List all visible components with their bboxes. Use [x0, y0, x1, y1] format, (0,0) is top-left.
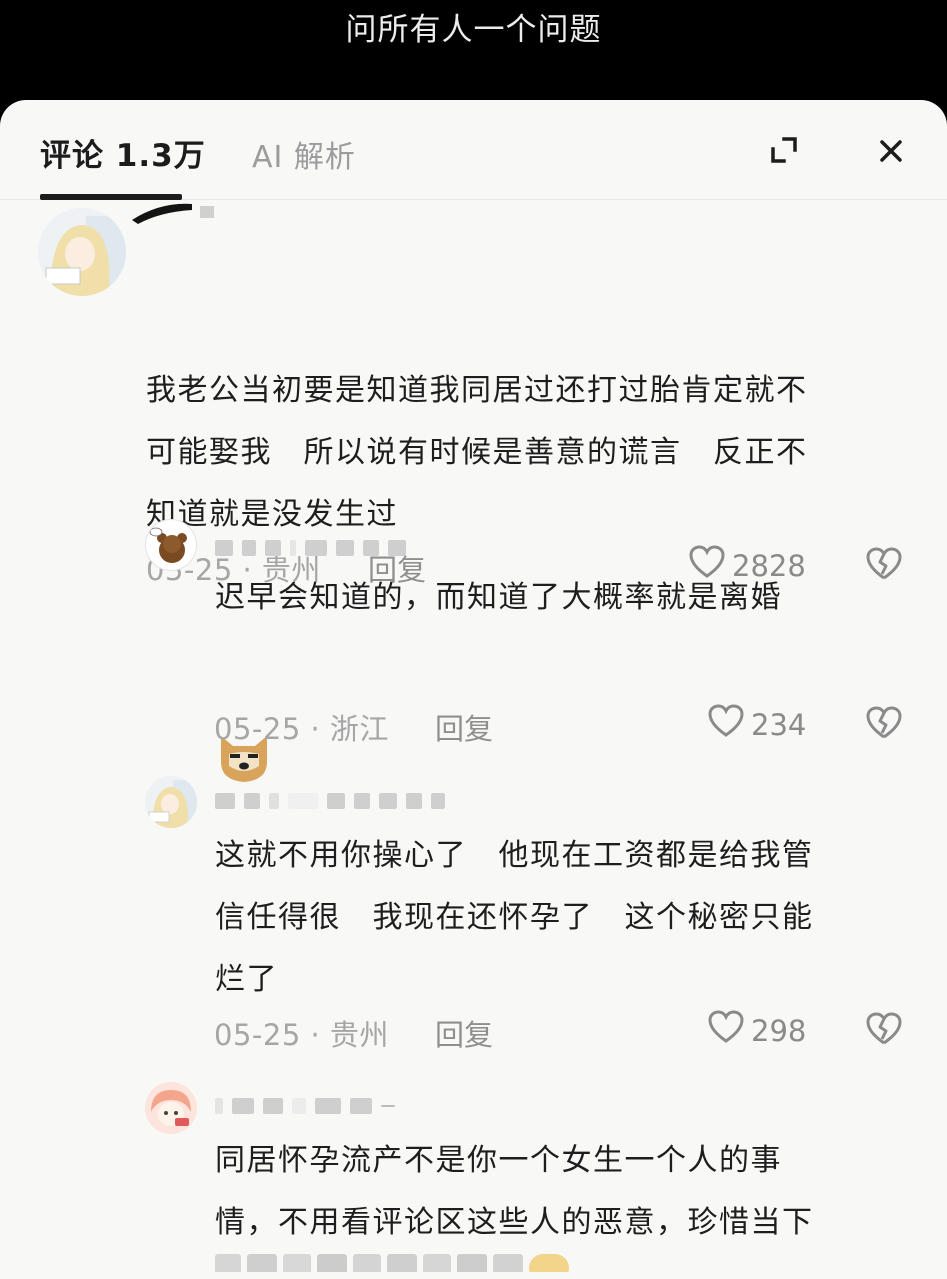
expand-icon[interactable]	[766, 132, 802, 168]
tab-comments[interactable]: 评论 1.3万	[40, 130, 206, 175]
broken-heart-icon[interactable]	[864, 703, 904, 743]
username-blurred	[130, 200, 270, 226]
heart-icon	[707, 1009, 745, 1052]
like-button[interactable]: 234	[707, 703, 806, 746]
avatar[interactable]	[145, 1082, 197, 1134]
tab-ai-analysis[interactable]: AI 解析	[252, 132, 356, 176]
reply-button[interactable]: 回复	[435, 706, 493, 748]
comment-date-location: 05-25 · 浙江	[214, 712, 389, 746]
reply-button[interactable]: 回复	[435, 1012, 493, 1054]
video-title: 问所有人一个问题	[345, 12, 602, 48]
comment-date-location: 05-25 · 贵州	[214, 1018, 389, 1052]
comment-text: 这就不用你操心了 他现在工资都是给我管 信任得很 我现在还怀孕了 这个秘密只能 …	[215, 838, 814, 997]
broken-heart-icon[interactable]	[864, 1009, 904, 1049]
avatar[interactable]	[38, 208, 126, 296]
comment-text: 我老公当初要是知道我同居过还打过胎肯定就不 可能娶我 所以说有时候是善意的谎言 …	[146, 373, 808, 532]
like-button[interactable]: 298	[707, 1009, 806, 1052]
like-count: 298	[751, 1013, 807, 1048]
username-blurred	[215, 1098, 395, 1114]
avatar[interactable]	[145, 776, 197, 828]
broken-heart-icon[interactable]	[864, 544, 904, 584]
close-icon[interactable]	[872, 132, 910, 170]
avatar[interactable]	[145, 519, 197, 571]
tab-bar: 评论 1.3万 AI 解析	[0, 100, 947, 200]
like-count: 234	[751, 707, 807, 742]
username-blurred	[215, 793, 445, 809]
comment-sheet: 评论 1.3万 AI 解析 我老公当初要是知道我同居过还打过胎肯定就不 可能娶我…	[0, 100, 947, 1279]
heart-icon	[707, 703, 745, 746]
comment-text: 同居怀孕流产不是你一个女生一个人的事 情，不用看评论区这些人的恶意，珍惜当下	[215, 1143, 814, 1240]
username-blurred	[215, 540, 406, 556]
truncated-text-blurred	[215, 1250, 635, 1272]
comment-text: 迟早会知道的，而知道了大概率就是离婚	[215, 580, 782, 615]
video-header: 问所有人一个问题	[0, 0, 947, 110]
